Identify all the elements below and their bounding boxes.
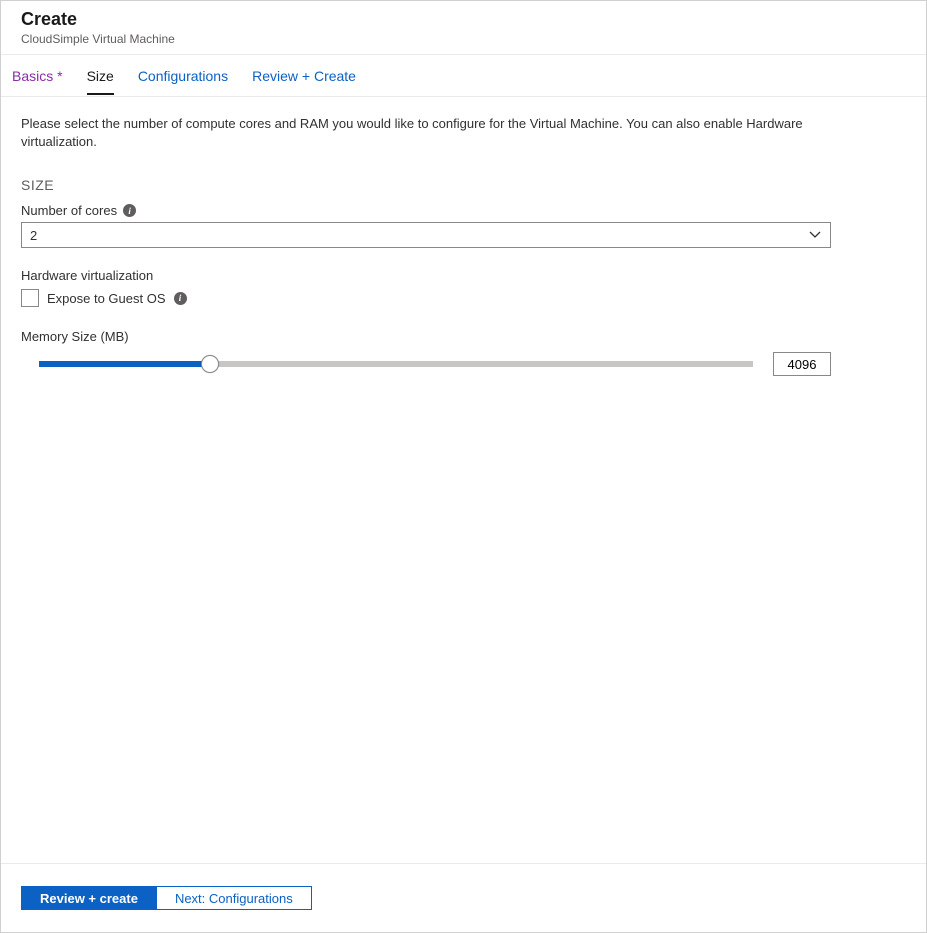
tab-basics[interactable]: Basics *: [12, 58, 63, 94]
header: Create CloudSimple Virtual Machine: [1, 1, 926, 55]
content: Please select the number of compute core…: [1, 97, 926, 863]
next-configurations-button[interactable]: Next: Configurations: [157, 886, 312, 910]
memory-size-input[interactable]: [773, 352, 831, 376]
memory-slider-fill: [39, 361, 210, 367]
memory-slider-thumb[interactable]: [201, 355, 219, 373]
review-create-button[interactable]: Review + create: [21, 886, 157, 910]
info-icon[interactable]: i: [174, 292, 187, 305]
expose-to-guest-label: Expose to Guest OS: [47, 291, 166, 306]
tab-review-create[interactable]: Review + Create: [252, 58, 356, 94]
cores-label: Number of cores: [21, 203, 117, 218]
memory-size-label: Memory Size (MB): [21, 329, 906, 344]
expose-to-guest-row: Expose to Guest OS i: [21, 289, 906, 307]
expose-to-guest-checkbox[interactable]: [21, 289, 39, 307]
info-icon[interactable]: i: [123, 204, 136, 217]
memory-slider-row: [21, 352, 831, 376]
chevron-down-icon: [808, 228, 822, 242]
footer: Review + create Next: Configurations: [1, 863, 926, 932]
cores-label-row: Number of cores i: [21, 203, 906, 218]
cores-value: 2: [30, 228, 37, 243]
tabs: Basics * Size Configurations Review + Cr…: [1, 55, 926, 97]
tab-configurations[interactable]: Configurations: [138, 58, 228, 94]
memory-slider[interactable]: [39, 361, 753, 367]
page-subtitle: CloudSimple Virtual Machine: [21, 32, 906, 46]
section-title-size: SIZE: [21, 177, 906, 193]
cores-select[interactable]: 2: [21, 222, 831, 248]
tab-size[interactable]: Size: [87, 58, 114, 94]
hardware-virtualization-label: Hardware virtualization: [21, 268, 906, 283]
page-title: Create: [21, 9, 906, 30]
intro-text: Please select the number of compute core…: [21, 115, 821, 151]
